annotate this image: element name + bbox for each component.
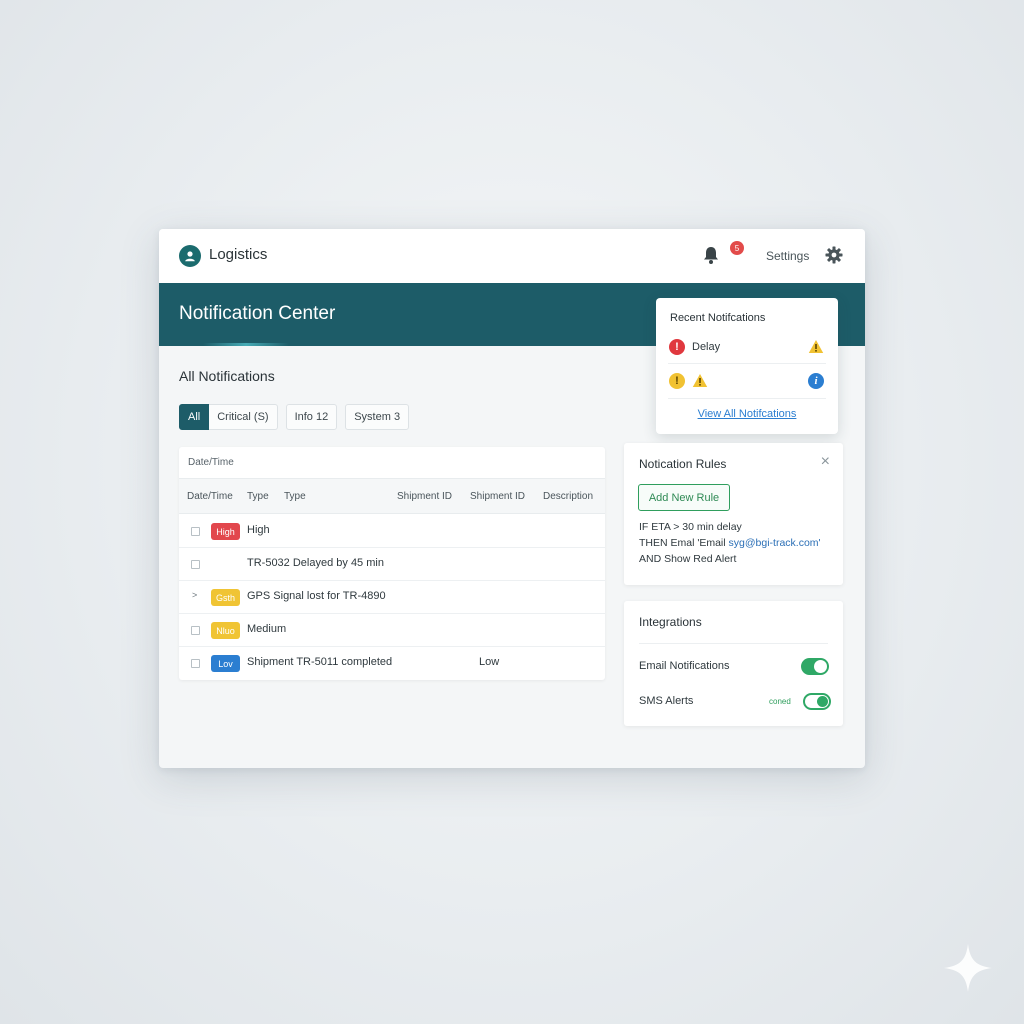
notification-count-badge: 5 xyxy=(730,241,744,255)
rule-condition: IF ETA > 30 min delay xyxy=(639,521,742,533)
popover-title: Recent Notifcations xyxy=(670,312,766,324)
card-title: Notication Rules xyxy=(639,457,727,471)
recent-notifications-popover: Recent Notifcations ! Delay ! i View All… xyxy=(656,298,838,434)
section-title: All Notifications xyxy=(179,368,275,384)
banner-accent-line xyxy=(203,343,289,346)
rule-email: syg@bgi-track.com' xyxy=(728,537,821,549)
row-description: GPS Signal lost for TR-4890 xyxy=(247,590,386,602)
filter-system[interactable]: System 3 xyxy=(345,404,410,430)
filter-tabs: All Critical (S) Info 12 System 3 xyxy=(179,404,410,430)
integrations-card: Integrations Email Notifications SMS Ale… xyxy=(624,601,843,726)
page-title: Notification Center xyxy=(179,303,336,324)
gear-icon[interactable] xyxy=(825,246,843,264)
rule-action: THEN Emal 'Email syg@bgi-track.com' xyxy=(639,537,821,549)
integration-label: SMS Alerts xyxy=(639,695,694,707)
column-header[interactable]: Type xyxy=(247,491,269,502)
row-description: Shipment TR-5011 completed xyxy=(247,656,393,668)
priority-badge: Gsth xyxy=(211,589,240,606)
card-divider xyxy=(639,643,828,644)
rule-action-text: THEN Emal 'Email xyxy=(639,537,729,549)
table-row[interactable]: Lov Shipment TR-5011 completed Low xyxy=(179,647,605,680)
column-header[interactable]: Type xyxy=(284,491,306,502)
column-header[interactable]: Shipment ID xyxy=(397,491,452,502)
user-avatar-icon[interactable] xyxy=(179,245,201,267)
close-icon[interactable]: × xyxy=(821,454,830,470)
table-header: Date/Time Type Type Shipment ID Shipment… xyxy=(179,478,605,514)
priority-badge: Lov xyxy=(211,655,240,672)
settings-link[interactable]: Settings xyxy=(766,249,809,263)
recent-item-label: Delay xyxy=(692,341,721,353)
priority-badge: Nluo xyxy=(211,622,240,639)
row-checkbox[interactable] xyxy=(191,560,200,569)
view-all-notifications-link[interactable]: View All Notifcations xyxy=(656,408,838,420)
alert-warning-icon: ! xyxy=(669,373,685,389)
table-row[interactable]: High High xyxy=(179,515,605,548)
row-description: TR-5032 Delayed by 45 min xyxy=(247,557,384,569)
column-header[interactable]: Shipment ID xyxy=(470,491,525,502)
integration-label: Email Notifications xyxy=(639,660,730,672)
filter-info[interactable]: Info 12 xyxy=(285,404,338,430)
sparkle-icon xyxy=(942,942,994,994)
table-row[interactable]: TR-5032 Delayed by 45 min xyxy=(179,548,605,581)
rule-action-alert: AND Show Red Alert xyxy=(639,553,737,565)
column-header[interactable]: Description xyxy=(543,491,593,502)
app-name: Logistics xyxy=(209,246,268,263)
filter-critical[interactable]: Critical (S) xyxy=(209,404,278,430)
add-new-rule-button[interactable]: Add New Rule xyxy=(638,484,730,511)
row-priority: Low xyxy=(479,656,500,668)
row-checkbox[interactable] xyxy=(191,527,200,536)
row-description: Medium xyxy=(247,623,287,635)
recent-notification-item[interactable]: ! i xyxy=(668,368,826,400)
priority-badge: High xyxy=(211,523,240,540)
toggle-knob xyxy=(814,660,827,673)
notifications-table: Date/Time Date/Time Type Type Shipment I… xyxy=(179,447,605,680)
warning-triangle-icon xyxy=(808,339,824,359)
bell-icon[interactable] xyxy=(702,245,720,265)
row-checkbox[interactable] xyxy=(191,659,200,668)
top-bar: Logistics 5 Settings xyxy=(159,229,865,283)
row-checkbox[interactable] xyxy=(191,626,200,635)
card-title: Integrations xyxy=(639,615,702,629)
filter-all[interactable]: All xyxy=(179,404,210,430)
table-caption: Date/Time xyxy=(188,457,234,468)
sms-alerts-toggle[interactable] xyxy=(803,693,831,710)
popover-divider xyxy=(668,363,826,364)
recent-notification-item[interactable]: ! Delay xyxy=(668,334,826,366)
column-header[interactable]: Date/Time xyxy=(187,491,233,502)
table-row[interactable]: Nluo Medium xyxy=(179,614,605,647)
integration-status: coned xyxy=(769,697,791,706)
table-row[interactable]: ˃ Gsth GPS Signal lost for TR-4890 xyxy=(179,581,605,614)
email-notifications-toggle[interactable] xyxy=(801,658,829,675)
info-icon: i xyxy=(808,373,824,389)
alert-error-icon: ! xyxy=(669,339,685,355)
notification-rules-card: Notication Rules × Add New Rule IF ETA >… xyxy=(624,443,843,585)
row-description: High xyxy=(247,524,270,536)
expand-caret-icon[interactable]: ˃ xyxy=(192,590,197,600)
warning-triangle-icon xyxy=(692,373,708,393)
toggle-knob xyxy=(817,696,828,707)
popover-divider xyxy=(668,398,826,399)
